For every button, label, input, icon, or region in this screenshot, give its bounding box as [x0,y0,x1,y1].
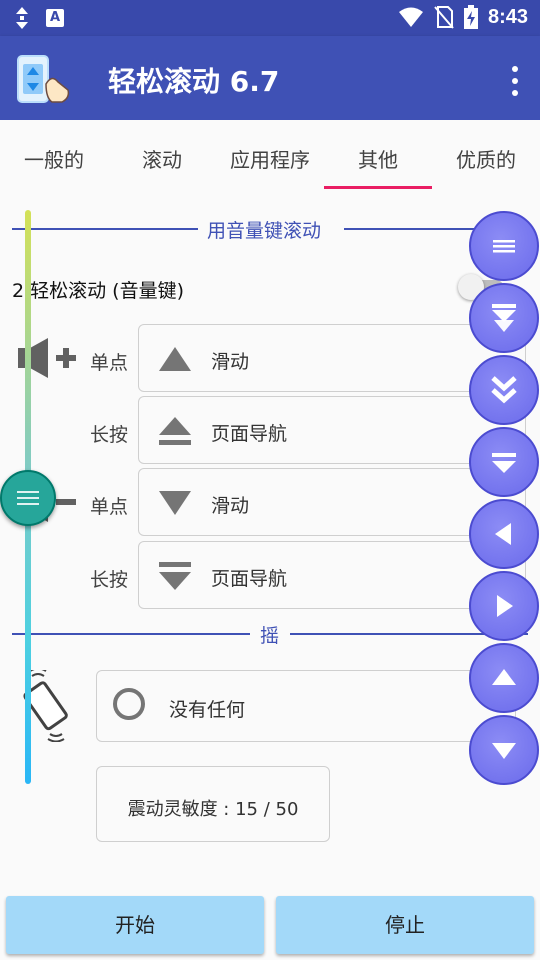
right-fab[interactable] [469,571,539,641]
wifi-icon [398,7,423,27]
double-down-arrow-icon [492,304,516,332]
updown-arrows-icon [16,7,28,29]
overflow-menu-icon[interactable] [510,66,520,96]
menu-fab[interactable] [469,211,539,281]
right-arrow-icon [497,595,513,617]
app-bar: 轻松滚动 6.7 [0,36,540,120]
volume-section-title: 用音量键滚动 [207,220,322,242]
shake-action-select[interactable]: 没有任何 [96,670,516,742]
left-arrow-icon [495,523,511,545]
tab-indicator [324,186,432,189]
triangle-down-icon [159,491,191,515]
status-bar: A 8:43 [0,0,540,36]
long-press-label: 长按 [90,569,129,591]
tab-scroll[interactable]: 滚动 [122,144,202,173]
chevron-double-down-icon [491,376,517,404]
scroll-bottom-icon [492,453,516,473]
app-logo-icon [17,55,70,103]
single-tap-label: 单点 [90,496,129,518]
section-divider [12,633,250,635]
long-press-label: 长按 [90,424,129,446]
scroll-handle[interactable] [0,470,56,526]
stop-button[interactable]: 停止 [276,896,534,954]
vol-up-single-action[interactable]: 滑动 [138,324,526,392]
shake-option-label: 没有任何 [169,699,246,721]
clock: 8:43 [487,5,528,28]
a-badge-icon: A [46,9,64,27]
shake-section-title: 摇 [260,625,280,647]
section-divider [12,228,198,230]
triangle-up-icon [159,347,191,371]
action-label: 滑动 [211,351,250,373]
action-label: 页面导航 [211,568,288,590]
page-down-icon [159,562,191,590]
action-label: 页面导航 [211,423,288,445]
tab-bar: 一般的 滚动 应用程序 其他 优质的 [0,120,540,192]
down-fab[interactable] [469,715,539,785]
tab-other[interactable]: 其他 [338,144,418,173]
radio-button[interactable] [113,688,145,720]
tab-premium[interactable]: 优质的 [444,144,528,173]
no-sim-icon [434,6,454,29]
vol-down-single-action[interactable]: 滑动 [138,468,526,536]
sensitivity-label: 震动灵敏度 : 15 / 50 [127,799,299,820]
vol-up-long-action[interactable]: 页面导航 [138,396,526,464]
vol-down-long-action[interactable]: 页面导航 [138,541,526,609]
page-up-icon [159,417,191,445]
up-fab[interactable] [469,643,539,713]
battery-charging-icon [463,5,478,29]
up-arrow-icon [492,669,516,685]
single-tap-label: 单点 [90,352,129,374]
menu-lines-icon [17,491,39,505]
menu-lines-icon [493,240,515,253]
fast-down-fab[interactable] [469,355,539,425]
app-title: 轻松滚动 6.7 [108,65,280,98]
sensitivity-setting[interactable]: 震动灵敏度 : 15 / 50 [96,766,330,842]
tab-general[interactable]: 一般的 [14,144,94,173]
down-arrow-icon [492,743,516,759]
page-down-fab[interactable] [469,283,539,353]
volume-toggle-label: 2 轻松滚动 (音量键) [12,280,184,302]
start-button[interactable]: 开始 [6,896,264,954]
action-label: 滑动 [211,495,250,517]
left-fab[interactable] [469,499,539,569]
scroll-bottom-fab[interactable] [469,427,539,497]
tab-apps[interactable]: 应用程序 [220,144,320,173]
